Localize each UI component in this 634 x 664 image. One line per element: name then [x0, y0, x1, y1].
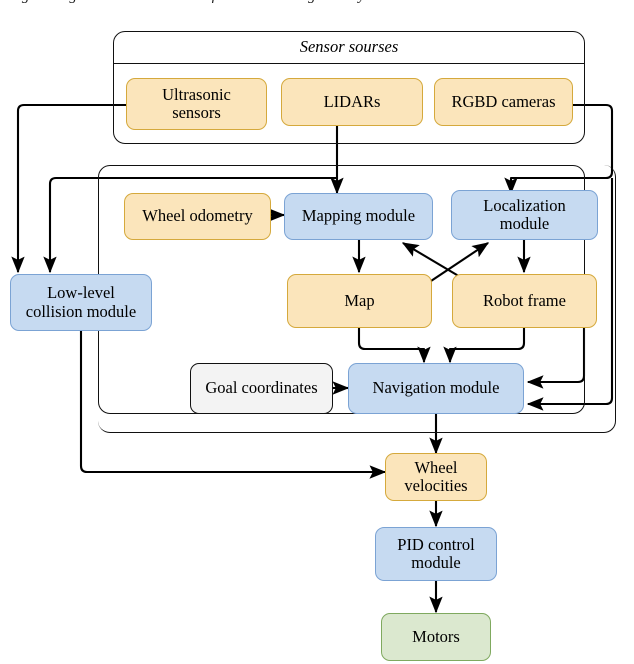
- node-robot-frame-label: Robot frame: [483, 290, 566, 310]
- figure-caption-cropped: Fig. 3. High-level architecture of the r…: [0, 0, 634, 4]
- node-localization-module[interactable]: Localization module: [451, 190, 598, 240]
- node-wheel-velocities[interactable]: Wheel velocities: [385, 453, 487, 501]
- node-low-level-collision-module-label: Low-level collision module: [25, 283, 137, 321]
- node-wheel-velocities-label: Wheel velocities: [404, 457, 468, 495]
- node-navigation-module[interactable]: Navigation module: [348, 363, 524, 414]
- node-motors-label: Motors: [412, 626, 460, 646]
- node-ultrasonic-sensors[interactable]: Ultrasonic sensors: [126, 78, 267, 130]
- node-map[interactable]: Map: [287, 274, 432, 328]
- group-sensor-sources-label: Sensor sourses: [299, 37, 399, 56]
- node-goal-coordinates[interactable]: Goal coordinates: [190, 363, 333, 414]
- node-goal-coordinates-label: Goal coordinates: [205, 378, 318, 398]
- node-robot-frame[interactable]: Robot frame: [452, 274, 597, 328]
- architecture-diagram: Fig. 3. High-level architecture of the r…: [0, 0, 634, 664]
- node-mapping-module-label: Mapping module: [301, 206, 416, 226]
- node-rgbd-cameras-label: RGBD cameras: [451, 91, 556, 111]
- node-rgbd-cameras[interactable]: RGBD cameras: [434, 78, 573, 126]
- node-wheel-odometry[interactable]: Wheel odometry: [124, 193, 271, 240]
- node-mapping-module[interactable]: Mapping module: [284, 193, 433, 240]
- node-ultrasonic-sensors-label: Ultrasonic sensors: [162, 84, 231, 122]
- node-map-label: Map: [344, 290, 375, 310]
- node-pid-control-module-label: PID control module: [397, 534, 475, 572]
- node-motors[interactable]: Motors: [381, 613, 491, 661]
- node-lidars[interactable]: LIDARs: [281, 78, 423, 126]
- node-wheel-odometry-label: Wheel odometry: [142, 206, 253, 226]
- node-localization-module-label: Localization module: [483, 195, 566, 233]
- node-low-level-collision-module[interactable]: Low-level collision module: [10, 274, 152, 331]
- node-pid-control-module[interactable]: PID control module: [375, 527, 497, 581]
- group-sensor-sources-divider: [114, 63, 584, 64]
- node-navigation-module-label: Navigation module: [372, 378, 500, 398]
- node-lidars-label: LIDARs: [323, 91, 381, 111]
